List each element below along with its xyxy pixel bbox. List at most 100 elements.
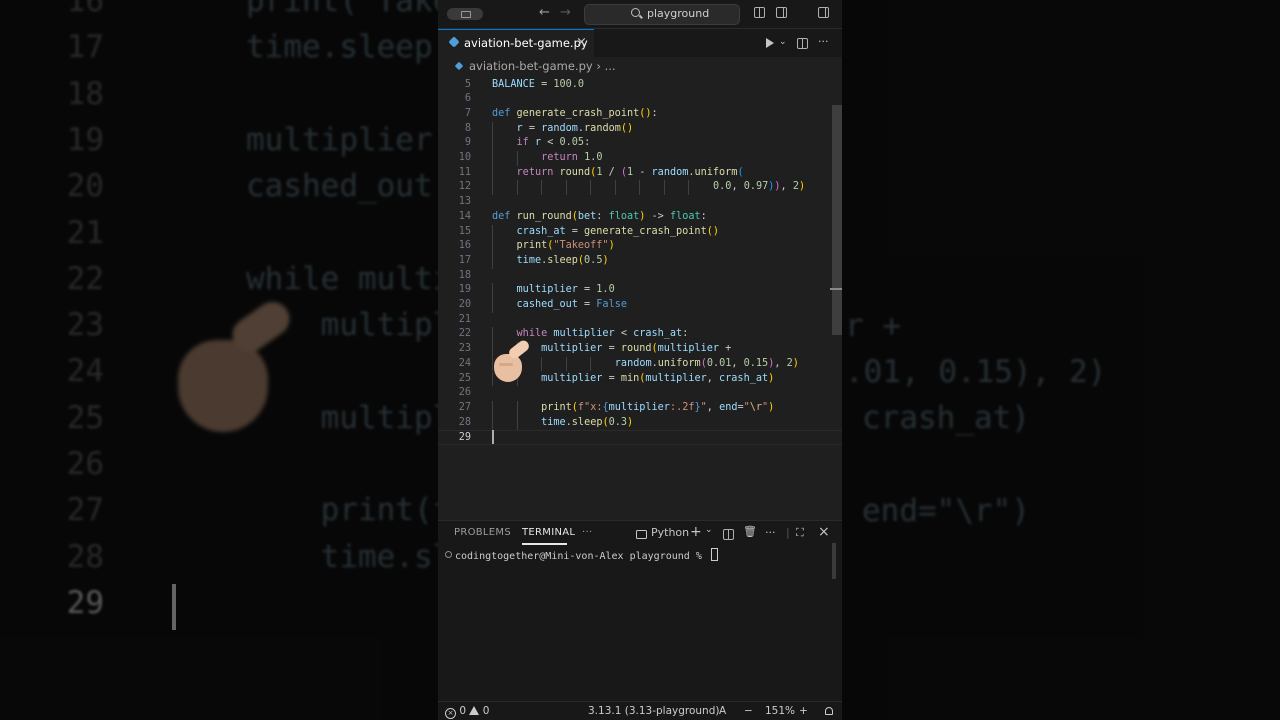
- code-line[interactable]: 16 print("Takeoff"): [438, 239, 842, 254]
- line-code: BALANCE = 100.0: [492, 78, 585, 90]
- code-line[interactable]: 26: [438, 386, 842, 401]
- line-code: cashed_out = False: [516, 299, 627, 310]
- command-decoration-icon: [445, 551, 452, 558]
- line-number: 15: [458, 225, 471, 237]
- code-line[interactable]: 21: [438, 313, 842, 328]
- indent-guide: [541, 356, 543, 372]
- close-panel-icon[interactable]: ×: [818, 524, 830, 540]
- problems-status[interactable]: × 0 0: [445, 705, 489, 719]
- indent-guide: [492, 298, 493, 313]
- code-line[interactable]: 12 0.0, 0.97)), 2): [438, 180, 842, 196]
- zoom-out-button[interactable]: −: [744, 705, 753, 717]
- line-number: 18: [458, 269, 471, 281]
- code-line[interactable]: 11 return round(1 / (1 - random.uniform(: [438, 165, 842, 181]
- tab-aviation-bet-game[interactable]: aviation-bet-game.py ×: [438, 29, 594, 57]
- line-code: time.sleep(0.5): [516, 254, 609, 266]
- breadcrumb-path[interactable]: aviation-bet-game.py › ...: [469, 59, 616, 73]
- tab-terminal[interactable]: TERMINAL: [522, 527, 575, 538]
- line-code: random.uniform(0.01, 0.15), 2): [614, 357, 799, 369]
- indent-guide: [492, 180, 493, 196]
- terminal-output[interactable]: codingtogether@Mini-von-Alex playground …: [445, 548, 718, 562]
- line-number: 29: [458, 432, 471, 444]
- split-editor-icon[interactable]: [797, 38, 808, 49]
- run-options-chevron-icon[interactable]: ⌄: [779, 37, 787, 47]
- tab-filename: aviation-bet-game.py: [464, 36, 588, 50]
- line-code: r = random.random(): [516, 122, 634, 134]
- terminal-profiles-chevron-icon[interactable]: ⌄: [705, 525, 713, 535]
- more-actions-icon[interactable]: ···: [818, 35, 829, 48]
- code-line[interactable]: 7 def generate_crash_point():: [438, 107, 842, 122]
- code-line[interactable]: 13: [438, 195, 842, 210]
- terminal-shell-label[interactable]: Python: [651, 526, 689, 539]
- line-number: 7: [464, 107, 471, 119]
- trash-icon[interactable]: 🗑: [743, 525, 757, 538]
- maximize-panel-icon[interactable]: ⛶: [796, 526, 804, 540]
- code-editor[interactable]: 5 BALANCE = 100.0 6 7 def generate_crash_poi…: [438, 77, 842, 520]
- code-line[interactable]: 9 if r < 0.05:: [438, 136, 842, 151]
- forward-arrow-icon[interactable]: →: [560, 5, 571, 20]
- line-number: 24: [458, 357, 471, 369]
- python-interpreter[interactable]: 3.13.1 (3.13-playground): [588, 705, 719, 717]
- window-controls[interactable]: [447, 8, 483, 20]
- code-line[interactable]: 29: [438, 430, 842, 445]
- breadcrumb-file[interactable]: aviation-bet-game.py: [469, 59, 593, 73]
- line-number: 11: [458, 166, 471, 178]
- indent-guide: [565, 180, 567, 196]
- font-icon[interactable]: A: [719, 705, 726, 717]
- command-center-search[interactable]: playground: [584, 4, 740, 25]
- indent-guide: [492, 415, 493, 431]
- zoom-level[interactable]: 151%: [765, 705, 795, 717]
- code-line[interactable]: 19 multiplier = 1.0: [438, 283, 842, 298]
- indent-guide: [492, 283, 493, 298]
- back-arrow-icon[interactable]: ←: [539, 5, 550, 20]
- code-line[interactable]: 6: [438, 92, 842, 107]
- indent-guide: [492, 400, 493, 416]
- line-code: 0.0, 0.97)), 2): [713, 181, 806, 193]
- indent-guide: [516, 400, 518, 416]
- zoom-in-button[interactable]: +: [799, 705, 808, 717]
- indent-guide: [492, 224, 493, 240]
- indent-guide: [516, 151, 518, 166]
- pointing-hand-emoji: [494, 338, 534, 384]
- split-terminal-icon[interactable]: [723, 529, 734, 540]
- code-line[interactable]: 5 BALANCE = 100.0: [438, 78, 842, 93]
- notifications-bell-icon[interactable]: [825, 707, 833, 715]
- bottom-panel: PROBLEMS TERMINAL ··· Python + ⌄ 🗑 ··· |…: [438, 520, 842, 701]
- new-terminal-icon[interactable]: +: [690, 524, 702, 540]
- run-python-file-icon[interactable]: [766, 38, 774, 48]
- title-bar: ← → playground: [438, 0, 842, 700]
- scrollbar-cursor-marker: [830, 288, 842, 290]
- toggle-secondary-sidebar-icon[interactable]: [818, 7, 829, 18]
- line-number: 5: [464, 78, 471, 90]
- breadcrumb-separator: ›: [596, 59, 601, 73]
- line-number: 25: [458, 372, 471, 384]
- tab-problems[interactable]: PROBLEMS: [454, 527, 511, 538]
- code-line[interactable]: 15 crash_at = generate_crash_point(): [438, 224, 842, 240]
- code-line[interactable]: 14 def run_round(bet: float) -> float:: [438, 210, 842, 225]
- indent-guide: [492, 356, 493, 372]
- line-number: 27: [458, 401, 471, 413]
- code-line[interactable]: 27 print(f"x:{multiplier:.2f}", end="\r"): [438, 400, 842, 416]
- panel-more-actions-icon[interactable]: ···: [765, 526, 776, 539]
- terminal-cursor: [710, 548, 718, 561]
- panel-divider: |: [786, 526, 790, 539]
- indent-guide: [492, 371, 493, 387]
- terminal-scrollbar[interactable]: [832, 543, 836, 579]
- customize-layout-icon[interactable]: [754, 7, 765, 18]
- line-number: 17: [458, 254, 471, 266]
- code-line[interactable]: 28 time.sleep(0.3): [438, 415, 842, 431]
- breadcrumb-more[interactable]: ...: [605, 59, 616, 73]
- line-number: 6: [464, 93, 471, 105]
- python-file-icon: [454, 61, 464, 71]
- code-line[interactable]: 8 r = random.random(): [438, 121, 842, 137]
- code-line[interactable]: 18: [438, 269, 842, 284]
- code-line[interactable]: 20 cashed_out = False: [438, 298, 842, 313]
- active-tab-underline: [522, 543, 567, 545]
- editor-scrollbar[interactable]: [832, 105, 842, 335]
- panel-more-tabs[interactable]: ···: [582, 527, 592, 538]
- code-line[interactable]: 17 time.sleep(0.5): [438, 253, 842, 269]
- close-tab-icon[interactable]: ×: [576, 35, 587, 50]
- toggle-primary-sidebar-icon[interactable]: [776, 7, 787, 18]
- indent-guide: [492, 327, 493, 343]
- code-line[interactable]: 10 return 1.0: [438, 151, 842, 166]
